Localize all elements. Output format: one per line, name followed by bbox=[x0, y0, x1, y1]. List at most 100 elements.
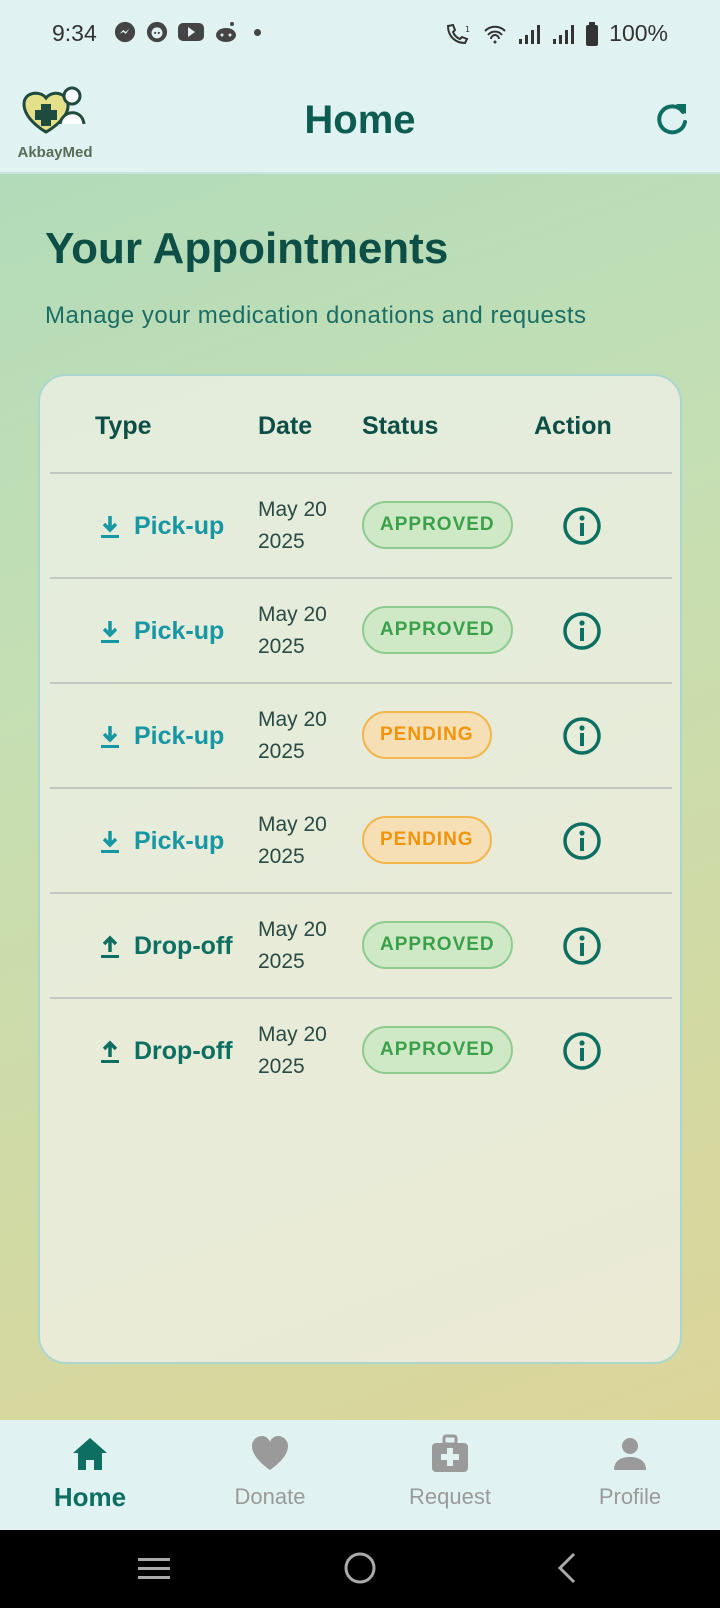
nav-donate-label: Donate bbox=[234, 1484, 306, 1509]
reddit-icon bbox=[146, 21, 168, 43]
appointment-date-day: May 20 bbox=[258, 813, 327, 836]
refresh-icon[interactable] bbox=[652, 100, 692, 140]
messenger-icon bbox=[114, 21, 136, 43]
appointment-date-year: 2025 bbox=[258, 530, 305, 553]
status-time: 9:34 bbox=[52, 20, 97, 46]
notification-icons bbox=[114, 21, 261, 43]
medical-kit-icon bbox=[432, 1434, 468, 1472]
appointment-type-label: Pick-up bbox=[134, 722, 225, 750]
header-type: Type bbox=[95, 412, 152, 440]
reddit-alien-icon bbox=[216, 22, 236, 42]
section-subheading: Manage your medication donations and req… bbox=[45, 302, 587, 329]
appointment-date: May 20 2025 bbox=[258, 494, 327, 558]
header-date: Date bbox=[258, 412, 313, 440]
info-icon[interactable] bbox=[562, 611, 602, 651]
appointment-date-day: May 20 bbox=[258, 708, 327, 731]
appointment-date-day: May 20 bbox=[258, 603, 327, 626]
appointment-type: Drop-off bbox=[96, 999, 233, 1104]
status-badge: APPROVED bbox=[362, 921, 513, 969]
appointment-type-label: Pick-up bbox=[134, 512, 225, 540]
appointment-date-day: May 20 bbox=[258, 498, 327, 521]
signal-icon bbox=[553, 24, 575, 44]
appointment-type-label: Drop-off bbox=[134, 1037, 233, 1065]
recent-apps-icon[interactable] bbox=[136, 1550, 172, 1586]
appointment-type-label: Drop-off bbox=[134, 932, 233, 960]
system-navigation-bar bbox=[0, 1530, 720, 1608]
table-row: Pick-up May 20 2025 PENDING bbox=[50, 682, 672, 787]
appointment-date-year: 2025 bbox=[258, 1055, 305, 1078]
status-badge: PENDING bbox=[362, 816, 492, 864]
status-badge: APPROVED bbox=[362, 501, 513, 549]
home-system-icon[interactable] bbox=[342, 1550, 378, 1586]
appointment-date: May 20 2025 bbox=[258, 914, 327, 978]
appointment-date-year: 2025 bbox=[258, 845, 305, 868]
info-icon[interactable] bbox=[562, 821, 602, 861]
status-badge: PENDING bbox=[362, 711, 492, 759]
info-icon[interactable] bbox=[562, 926, 602, 966]
appointment-type: Pick-up bbox=[96, 789, 224, 894]
appointment-date-year: 2025 bbox=[258, 635, 305, 658]
appointment-date-year: 2025 bbox=[258, 950, 305, 973]
download-icon bbox=[101, 725, 119, 748]
appointment-type-label: Pick-up bbox=[134, 617, 225, 645]
nav-profile-label: Profile bbox=[598, 1484, 662, 1509]
info-icon[interactable] bbox=[562, 716, 602, 756]
nav-home[interactable]: Home bbox=[0, 1420, 180, 1530]
table-row: Drop-off May 20 2025 APPROVED bbox=[50, 997, 672, 1102]
battery-percent: 100% bbox=[609, 20, 668, 46]
appointment-type: Drop-off bbox=[96, 894, 233, 999]
nav-request-label: Request bbox=[409, 1484, 491, 1509]
appointment-date: May 20 2025 bbox=[258, 599, 327, 663]
download-icon bbox=[101, 620, 119, 643]
nav-profile[interactable]: Profile bbox=[540, 1420, 720, 1530]
signal-icon bbox=[519, 24, 541, 44]
nav-request[interactable]: Request bbox=[360, 1420, 540, 1530]
nav-home-label: Home bbox=[53, 1482, 127, 1512]
bottom-navigation: Home Donate Request Profile bbox=[0, 1420, 720, 1530]
appointment-date: May 20 2025 bbox=[258, 809, 327, 873]
appointment-type: Pick-up bbox=[96, 579, 224, 684]
heart-icon bbox=[252, 1436, 288, 1470]
table-row: Pick-up May 20 2025 PENDING bbox=[50, 787, 672, 892]
battery-icon bbox=[586, 21, 599, 46]
appointment-date: May 20 2025 bbox=[258, 1019, 327, 1083]
status-badge: APPROVED bbox=[362, 1026, 513, 1074]
system-icons: 1 100% bbox=[445, 20, 668, 47]
section-heading: Your Appointments bbox=[45, 224, 449, 273]
appointment-date: May 20 2025 bbox=[258, 704, 327, 768]
back-icon[interactable] bbox=[550, 1550, 586, 1586]
svg-text:1: 1 bbox=[465, 25, 470, 34]
page-title: Home bbox=[304, 98, 416, 142]
table-row: Pick-up May 20 2025 APPROVED bbox=[50, 577, 672, 682]
appointment-date-day: May 20 bbox=[258, 1023, 327, 1046]
header-action: Action bbox=[534, 412, 612, 440]
download-icon bbox=[101, 515, 119, 538]
table-row: Pick-up May 20 2025 APPROVED bbox=[50, 472, 672, 577]
download-icon bbox=[101, 830, 119, 853]
info-icon[interactable] bbox=[562, 1031, 602, 1071]
appointments-table: Type Date Status Action Pick-up May 20 202… bbox=[38, 374, 682, 1364]
upload-icon bbox=[101, 935, 119, 958]
person-icon bbox=[614, 1438, 646, 1470]
wifi-icon bbox=[484, 25, 506, 43]
logo-text: AkbayMed bbox=[17, 144, 93, 161]
appointment-date-year: 2025 bbox=[258, 740, 305, 763]
status-bar: 9:34 1 100% bbox=[0, 0, 720, 70]
more-notifications-dot bbox=[254, 28, 261, 36]
info-icon[interactable] bbox=[562, 506, 602, 546]
upload-icon bbox=[101, 1040, 119, 1063]
wifi-call-icon: 1 bbox=[447, 23, 470, 44]
appointment-type: Pick-up bbox=[96, 474, 224, 579]
app-bar: AkbayMed Home bbox=[0, 70, 720, 174]
appointment-type: Pick-up bbox=[96, 684, 224, 789]
home-icon bbox=[73, 1438, 107, 1470]
table-header: Type Date Status Action bbox=[40, 376, 680, 474]
appointment-type-label: Pick-up bbox=[134, 827, 225, 855]
main-content: Your Appointments Manage your medication… bbox=[0, 174, 720, 1420]
table-row: Drop-off May 20 2025 APPROVED bbox=[50, 892, 672, 997]
youtube-icon bbox=[178, 23, 204, 41]
status-badge: APPROVED bbox=[362, 606, 513, 654]
appointment-date-day: May 20 bbox=[258, 918, 327, 941]
header-status: Status bbox=[362, 412, 439, 440]
nav-donate[interactable]: Donate bbox=[180, 1420, 360, 1530]
